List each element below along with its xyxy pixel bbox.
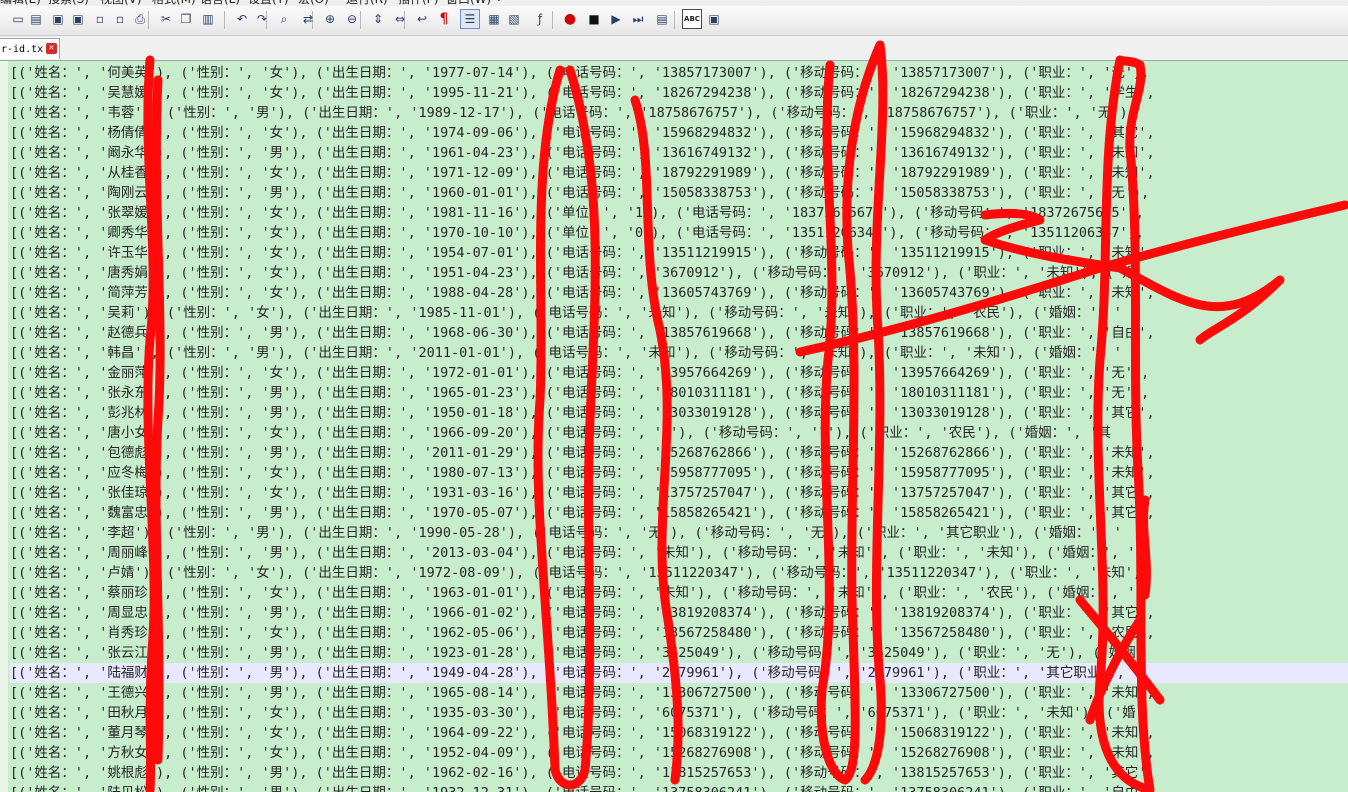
text-line[interactable]: [('姓名：', '张翠媛'), ('性别：', '女'), ('出生日期：',…	[10, 203, 1348, 223]
tab-bar: r-id.tx ✕	[0, 36, 1348, 61]
text-line[interactable]: [('姓名：', '张永东'), ('性别：', '男'), ('出生日期：',…	[10, 383, 1348, 403]
run-multiple-macro-icon[interactable]: ⏭	[628, 9, 648, 29]
show-all-chars-icon[interactable]: ¶	[434, 9, 454, 29]
text-line[interactable]: [('姓名：', '方秋女'), ('性别：', '女'), ('出生日期：',…	[10, 743, 1348, 763]
sync-vertical-icon[interactable]: ⇕	[368, 9, 388, 29]
indent-guide-icon[interactable]: ☰	[460, 9, 480, 29]
text-line[interactable]: [('姓名：', '金丽萍'), ('性别：', '女'), ('出生日期：',…	[10, 363, 1348, 383]
text-line[interactable]: [('姓名：', '唐小女'), ('性别：', '女'), ('出生日期：',…	[10, 423, 1348, 443]
redo-icon[interactable]: ↷	[252, 9, 272, 29]
text-line[interactable]: [('姓名：', '陆贝松'), ('性别：', '男'), ('出生日期：',…	[10, 783, 1348, 792]
text-line[interactable]: [('姓名：', '韦蓉'), ('性别：', '男'), ('出生日期：', …	[10, 103, 1348, 123]
text-line[interactable]: [('姓名：', '许玉华'), ('性别：', '女'), ('出生日期：',…	[10, 243, 1348, 263]
text-line[interactable]: [('姓名：', '张云江'), ('性别：', '男'), ('出生日期：',…	[10, 643, 1348, 663]
text-line[interactable]: [('姓名：', '蔡丽珍'), ('性别：', '女'), ('出生日期：',…	[10, 583, 1348, 603]
text-line[interactable]: [('姓名：', '彭兆林'), ('性别：', '男'), ('出生日期：',…	[10, 403, 1348, 423]
text-line[interactable]: [('姓名：', '董月琴'), ('性别：', '女'), ('出生日期：',…	[10, 723, 1348, 743]
close-all-icon[interactable]: ▫	[110, 9, 130, 29]
text-line[interactable]: [('姓名：', '陆福财'), ('性别：', '男'), ('出生日期：',…	[10, 663, 1348, 683]
document-map-icon[interactable]: ▧	[504, 9, 524, 29]
text-line[interactable]: [('姓名：', '姚根彪'), ('性别：', '男'), ('出生日期：',…	[10, 763, 1348, 783]
text-line[interactable]: [('姓名：', '卿秀华'), ('性别：', '女'), ('出生日期：',…	[10, 223, 1348, 243]
text-line[interactable]: [('姓名：', '周丽峰'), ('性别：', '男'), ('出生日期：',…	[10, 543, 1348, 563]
tab-close-icon[interactable]: ✕	[46, 43, 57, 54]
zoom-out-icon[interactable]: ⊖	[342, 9, 362, 29]
text-line[interactable]: [('姓名：', '从桂香'), ('性别：', '女'), ('出生日期：',…	[10, 163, 1348, 183]
record-macro-icon[interactable]: ●	[560, 9, 580, 29]
find-icon[interactable]: ⌕	[274, 9, 294, 29]
file-tab-label: r-id.tx	[1, 44, 44, 55]
user-language-icon[interactable]: ▦	[484, 9, 504, 29]
text-line[interactable]: [('姓名：', '周显忠'), ('性别：', '男'), ('出生日期：',…	[10, 603, 1348, 623]
save-icon[interactable]: ▣	[48, 9, 68, 29]
text-line[interactable]: [('姓名：', '田秋月'), ('性别：', '女'), ('出生日期：',…	[10, 703, 1348, 723]
save-macro-icon[interactable]: ▤	[652, 9, 672, 29]
paste-icon[interactable]: ▥	[198, 9, 218, 29]
cut-icon[interactable]: ✂	[156, 9, 176, 29]
sync-horizontal-icon[interactable]: ⇔	[390, 9, 410, 29]
text-line[interactable]: [('姓名：', '吴慧媛'), ('性别：', '女'), ('出生日期：',…	[10, 83, 1348, 103]
text-line[interactable]: [('姓名：', '李超'), ('性别：', '男'), ('出生日期：', …	[10, 523, 1348, 543]
print-icon[interactable]: ⎙	[130, 9, 150, 29]
text-editor[interactable]: [('姓名：', '何美英'), ('性别：', '女'), ('出生日期：',…	[0, 61, 1348, 792]
text-line[interactable]: [('姓名：', '张佳琼'), ('性别：', '女'), ('出生日期：',…	[10, 483, 1348, 503]
editor-lines: [('姓名：', '何美英'), ('性别：', '女'), ('出生日期：',…	[10, 63, 1348, 792]
text-line[interactable]: [('姓名：', '阚永华'), ('性别：', '男'), ('出生日期：',…	[10, 143, 1348, 163]
text-line[interactable]: [('姓名：', '唐秀娟'), ('性别：', '女'), ('出生日期：',…	[10, 263, 1348, 283]
close-icon[interactable]: ▫	[90, 9, 110, 29]
menu-item[interactable]: ?	[496, 0, 502, 4]
play-macro-icon[interactable]: ▶	[606, 9, 626, 29]
text-line[interactable]: [('姓名：', '韩昌'), ('性别：', '男'), ('出生日期：', …	[10, 343, 1348, 363]
open-file-icon[interactable]: ▤	[26, 9, 46, 29]
zoom-in-icon[interactable]: ⊕	[320, 9, 340, 29]
spell-check-icon[interactable]: ABC	[682, 9, 702, 29]
text-line[interactable]: [('姓名：', '杨倩倩'), ('性别：', '女'), ('出生日期：',…	[10, 123, 1348, 143]
text-line[interactable]: [('姓名：', '吴莉'), ('性别：', '女'), ('出生日期：', …	[10, 303, 1348, 323]
word-wrap-icon[interactable]: ↩	[412, 9, 432, 29]
text-line[interactable]: [('姓名：', '肖秀珍'), ('性别：', '女'), ('出生日期：',…	[10, 623, 1348, 643]
new-file-icon[interactable]: ▭	[8, 9, 28, 29]
fold-margin	[0, 61, 8, 792]
spell-options-icon[interactable]: ▣	[704, 9, 724, 29]
text-line[interactable]: [('姓名：', '卢婧'), ('性别：', '女'), ('出生日期：', …	[10, 563, 1348, 583]
text-line[interactable]: [('姓名：', '包德彪'), ('性别：', '男'), ('出生日期：',…	[10, 443, 1348, 463]
text-line[interactable]: [('姓名：', '简萍芳'), ('性别：', '女'), ('出生日期：',…	[10, 283, 1348, 303]
file-tab[interactable]: r-id.tx ✕	[0, 38, 60, 59]
text-line[interactable]: [('姓名：', '应冬梅'), ('性别：', '女'), ('出生日期：',…	[10, 463, 1348, 483]
text-line[interactable]: [('姓名：', '王德兴'), ('性别：', '男'), ('出生日期：',…	[10, 683, 1348, 703]
undo-icon[interactable]: ↶	[232, 9, 252, 29]
text-line[interactable]: [('姓名：', '赵德兵'), ('性别：', '男'), ('出生日期：',…	[10, 323, 1348, 343]
save-all-icon[interactable]: ▣	[68, 9, 88, 29]
replace-icon[interactable]: ⇄	[298, 9, 318, 29]
toolbar: ▭ ▤ ▣ ▣ ▫ ▫ ⎙ ✂ ❐ ▥ ↶ ↷ ⌕ ⇄ ⊕ ⊖ ⇕ ⇔ ↩ ¶ ☰ ▦ ▧ ƒ ● ■ ▶ ⏭ ▤ ABC ▣	[0, 6, 1348, 36]
function-list-icon[interactable]: ƒ	[530, 9, 550, 29]
copy-icon[interactable]: ❐	[176, 9, 196, 29]
stop-record-icon[interactable]: ■	[584, 9, 604, 29]
text-line[interactable]: [('姓名：', '何美英'), ('性别：', '女'), ('出生日期：',…	[10, 63, 1348, 83]
text-line[interactable]: [('姓名：', '魏富忠'), ('性别：', '男'), ('出生日期：',…	[10, 503, 1348, 523]
text-line[interactable]: [('姓名：', '陶刚云'), ('性别：', '男'), ('出生日期：',…	[10, 183, 1348, 203]
